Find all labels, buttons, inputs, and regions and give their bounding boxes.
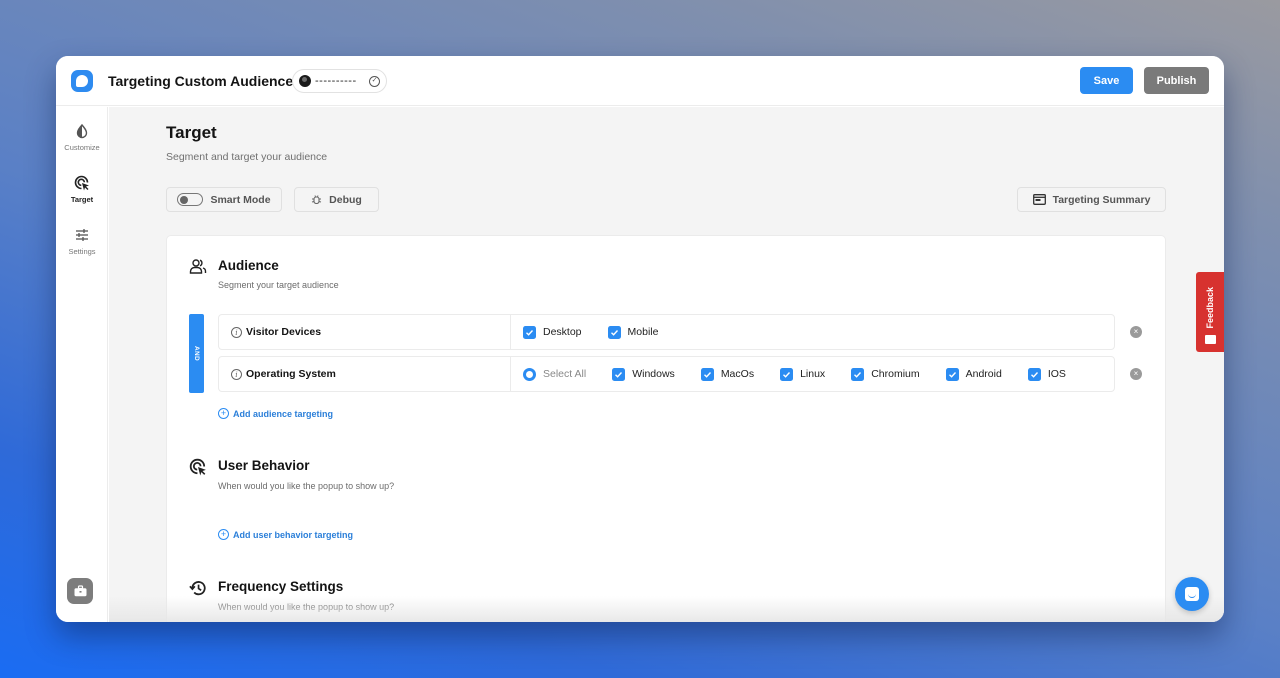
remove-rule-button[interactable]: × — [1130, 326, 1142, 338]
main-content: Target Segment and target your audience … — [109, 107, 1224, 622]
chat-icon — [1185, 587, 1199, 601]
option-select-all[interactable]: Select All — [523, 367, 587, 381]
operator-label: AND — [192, 346, 200, 361]
checkbox-checked[interactable] — [523, 325, 536, 339]
sidebar-item-label: Target — [70, 195, 94, 204]
domain-selector[interactable]: ---------- ✓ — [292, 69, 387, 93]
user-behavior-title: User Behavior — [218, 458, 310, 473]
audience-subtitle: Segment your target audience — [218, 280, 339, 290]
page-title: Target — [166, 123, 217, 142]
option-macos[interactable]: MacOs — [700, 367, 755, 381]
option-label: Desktop — [543, 326, 582, 338]
option-label: MacOs — [720, 368, 755, 380]
debug-button[interactable]: Debug — [294, 187, 379, 212]
sidebar-item-label: Customize — [64, 143, 100, 152]
option-ios[interactable]: IOS — [1027, 367, 1066, 381]
page-subtitle: Segment and target your audience — [166, 151, 328, 163]
contrast-icon — [76, 123, 88, 139]
rule-visitor-devices: i Visitor Devices Desktop Mobile — [218, 314, 1115, 350]
briefcase-button[interactable] — [67, 578, 93, 604]
option-label: Linux — [800, 368, 826, 380]
info-icon[interactable]: i — [231, 368, 242, 380]
smart-mode-toggle[interactable]: Smart Mode — [166, 187, 282, 212]
frequency-subtitle: When would you like the popup to show up… — [218, 602, 395, 612]
add-user-behavior-link[interactable]: + Add user behavior targeting — [218, 529, 353, 540]
option-windows[interactable]: Windows — [612, 367, 675, 381]
plus-circle-icon: + — [218, 408, 229, 419]
checkbox-checked[interactable] — [700, 367, 714, 381]
rule-name: Visitor Devices — [246, 326, 322, 338]
sidebar-item-settings[interactable]: Settings — [56, 227, 108, 256]
checkbox-checked[interactable] — [1027, 367, 1041, 381]
domain-text: ---------- — [315, 75, 357, 87]
option-label: Android — [965, 368, 1002, 380]
target-cursor-icon — [189, 458, 206, 476]
user-behavior-subtitle: When would you like the popup to show up… — [218, 481, 395, 491]
option-label: IOS — [1047, 368, 1066, 380]
app-window: Targeting Custom Audience ---------- ✓ S… — [56, 56, 1224, 622]
sidebar-item-target[interactable]: Target — [56, 175, 108, 204]
plus-circle-icon: + — [218, 529, 229, 540]
targeting-summary-button[interactable]: Targeting Summary — [1017, 187, 1166, 212]
targeting-summary-label: Targeting Summary — [1052, 193, 1151, 206]
briefcase-icon — [74, 585, 86, 597]
remove-rule-button[interactable]: × — [1130, 368, 1142, 380]
feedback-face-icon — [1204, 335, 1216, 344]
option-label: Select All — [543, 368, 587, 380]
add-audience-targeting-link[interactable]: + Add audience targeting — [218, 408, 333, 419]
checkbox-checked[interactable] — [612, 367, 626, 381]
smart-mode-label: Smart Mode — [210, 193, 271, 206]
option-chromium[interactable]: Chromium — [851, 367, 920, 381]
globe-icon — [299, 75, 311, 87]
target-cursor-icon — [74, 175, 89, 191]
sidebar: Customize Target Settings — [56, 107, 108, 622]
option-linux[interactable]: Linux — [780, 367, 826, 381]
checkbox-checked[interactable] — [780, 367, 794, 381]
bug-icon — [312, 195, 322, 205]
radio-button[interactable] — [523, 367, 536, 381]
summary-window-icon — [1032, 194, 1046, 205]
option-label: Windows — [632, 368, 675, 380]
option-label: Mobile — [627, 326, 659, 338]
checkbox-checked[interactable] — [851, 367, 865, 381]
check-circle-icon: ✓ — [369, 75, 380, 87]
feedback-label: Feedback — [1205, 287, 1215, 329]
frequency-title: Frequency Settings — [218, 579, 344, 594]
and-operator-toggle[interactable]: AND — [189, 314, 204, 393]
option-mobile[interactable]: Mobile — [607, 325, 659, 339]
rule-name: Operating System — [246, 368, 336, 380]
option-desktop[interactable]: Desktop — [523, 325, 582, 339]
history-icon — [189, 581, 206, 596]
rule-label: i Operating System — [219, 357, 511, 391]
save-button[interactable]: Save — [1080, 67, 1133, 94]
sidebar-item-customize[interactable]: Customize — [56, 123, 108, 152]
option-label: Chromium — [871, 368, 920, 380]
checkbox-checked[interactable] — [607, 325, 621, 339]
publish-button[interactable]: Publish — [1144, 67, 1209, 94]
chat-launcher-button[interactable] — [1175, 577, 1209, 611]
feedback-tab[interactable]: Feedback — [1196, 272, 1224, 352]
sliders-icon — [76, 229, 88, 241]
rule-options: Select All Windows MacOs Linux Chromium … — [511, 357, 1114, 391]
info-icon[interactable]: i — [231, 326, 242, 338]
debug-label: Debug — [329, 193, 362, 206]
add-user-behavior-label: Add user behavior targeting — [233, 529, 354, 540]
checkbox-checked[interactable] — [945, 367, 959, 381]
sidebar-item-label: Settings — [68, 247, 96, 256]
add-audience-label: Add audience targeting — [233, 408, 334, 419]
toggle-switch[interactable] — [177, 193, 204, 206]
rule-options: Desktop Mobile — [511, 315, 1114, 349]
campaign-title: Targeting Custom Audience — [108, 73, 294, 89]
targeting-card: Audience Segment your target audience AN… — [166, 235, 1166, 622]
audience-title: Audience — [218, 258, 279, 273]
users-icon — [189, 259, 207, 274]
top-bar: Targeting Custom Audience ---------- ✓ S… — [56, 56, 1224, 106]
rule-label: i Visitor Devices — [219, 315, 511, 349]
option-android[interactable]: Android — [945, 367, 1002, 381]
app-logo-icon[interactable] — [71, 70, 93, 92]
rule-operating-system: i Operating System Select All Windows Ma… — [218, 356, 1115, 392]
